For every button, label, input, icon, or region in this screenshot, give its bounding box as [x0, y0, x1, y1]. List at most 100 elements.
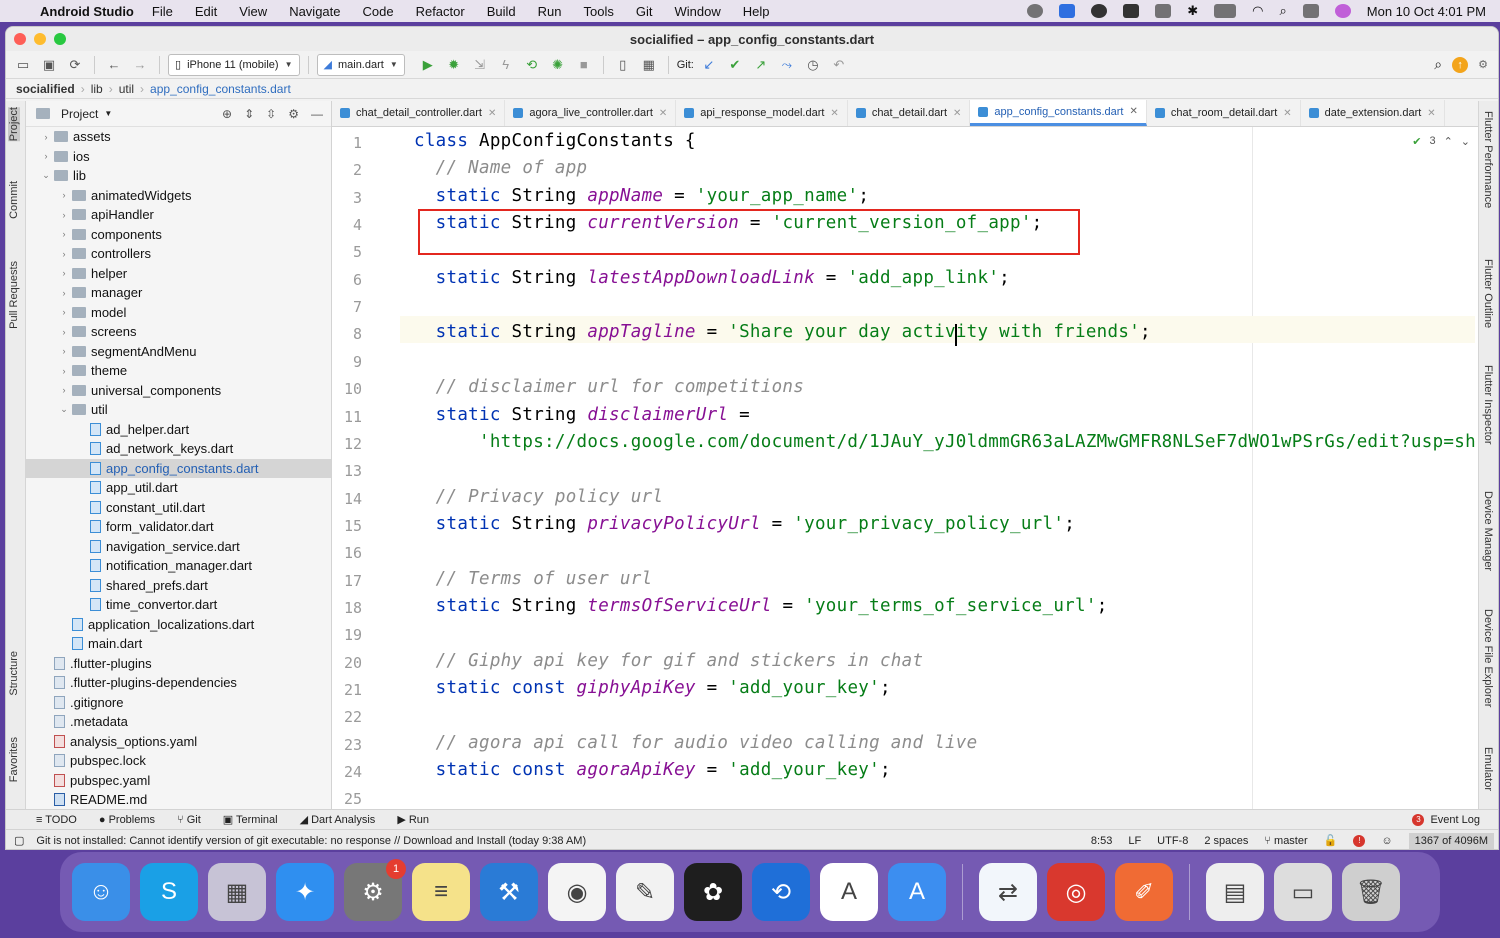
project-view-selector[interactable]: Project — [61, 107, 98, 121]
sync-icon[interactable]: ⟳ — [64, 54, 86, 76]
breadcrumb-project[interactable]: socialified — [16, 82, 75, 96]
teamviewer-icon[interactable] — [1059, 4, 1076, 18]
bluetooth-icon[interactable]: ✱ — [1187, 3, 1198, 19]
code-line[interactable]: static String disclaimerUrl = — [414, 405, 750, 425]
code-line[interactable]: // disclaimer url for competitions — [414, 377, 804, 397]
battery-icon[interactable] — [1214, 4, 1237, 18]
status-message[interactable]: Git is not installed: Cannot identify ve… — [36, 835, 586, 847]
inspector-icon[interactable]: ☺ — [1381, 835, 1392, 847]
minimize-window-button[interactable] — [34, 33, 46, 45]
app-menu[interactable]: Android Studio — [40, 4, 134, 19]
lock-icon[interactable]: 🔓 — [1324, 834, 1338, 847]
menu-build[interactable]: Build — [487, 4, 516, 19]
menu-tools[interactable]: Tools — [584, 4, 614, 19]
menu-git[interactable]: Git — [636, 4, 653, 19]
trash-app-icon[interactable]: 🗑 — [1342, 863, 1400, 921]
tree-file[interactable]: notification_manager.dart — [26, 556, 331, 576]
tree-file[interactable]: application_localizations.dart — [26, 615, 331, 635]
finder-app-icon[interactable]: ☺ — [72, 863, 130, 921]
chevron-right-icon[interactable]: › — [56, 249, 72, 259]
breadcrumb-lib[interactable]: lib — [91, 82, 103, 96]
sourcetree-app-icon[interactable]: ⟲ — [752, 863, 810, 921]
tree-folder[interactable]: › manager — [26, 283, 331, 303]
tree-file[interactable]: .flutter-plugins — [26, 654, 331, 674]
run-config-selector[interactable]: ◢ main.dart ▼ — [316, 53, 405, 76]
code-line[interactable]: static String appTagline = 'Share your d… — [414, 322, 1151, 342]
code-line[interactable]: // Terms of user url — [414, 569, 652, 589]
tree-file[interactable]: app_util.dart — [26, 478, 331, 498]
tree-folder[interactable]: › assets — [26, 127, 331, 147]
tool-tab-problems[interactable]: ● Problems — [99, 814, 155, 826]
tree-folder[interactable]: ⌄ lib — [26, 166, 331, 186]
close-tab-icon[interactable]: ✕ — [830, 108, 838, 119]
editor-tab[interactable]: app_config_constants.dart ✕ — [970, 100, 1147, 126]
code-line[interactable]: static String appName = 'your_app_name'; — [414, 186, 869, 206]
chevron-right-icon[interactable]: › — [56, 366, 72, 376]
tree-folder[interactable]: › screens — [26, 322, 331, 342]
code-line[interactable]: static const agoraApiKey = 'add_your_key… — [414, 760, 891, 780]
chevron-right-icon[interactable]: › — [56, 210, 72, 220]
screenshot-file-icon[interactable]: ▭ — [1274, 863, 1332, 921]
editor-tab[interactable]: date_extension.dart ✕ — [1301, 100, 1445, 126]
code-line[interactable]: static String latestAppDownloadLink = 'a… — [414, 268, 1010, 288]
code-line[interactable]: static String termsOfServiceUrl = 'your_… — [414, 596, 1108, 616]
sdk-manager-icon[interactable]: ▦ — [638, 54, 660, 76]
tool-tab-flutter-outline[interactable]: Flutter Outline — [1482, 259, 1494, 328]
git-push-icon[interactable]: ↗ — [750, 54, 772, 76]
chevron-right-icon[interactable]: › — [38, 132, 54, 142]
zoom-window-button[interactable] — [54, 33, 66, 45]
zip-file-icon[interactable]: ▤ — [1206, 863, 1264, 921]
menu-help[interactable]: Help — [743, 4, 770, 19]
inspection-widget[interactable]: ✔ 3 ⌃ ⌄ — [1412, 135, 1470, 148]
indent-setting[interactable]: 2 spaces — [1204, 835, 1248, 847]
breadcrumb-util[interactable]: util — [119, 82, 134, 96]
settings-icon[interactable]: ⚙ — [1478, 58, 1488, 71]
tool-tab-device-manager[interactable]: Device Manager — [1482, 491, 1494, 571]
code-line[interactable]: // Giphy api key for gif and stickers in… — [414, 651, 923, 671]
tree-file[interactable]: ad_network_keys.dart — [26, 439, 331, 459]
hide-panel-icon[interactable]: — — [311, 107, 323, 121]
tree-file[interactable]: pubspec.yaml — [26, 771, 331, 791]
chevron-down-icon[interactable]: ⌄ — [38, 170, 54, 181]
close-window-button[interactable] — [14, 33, 26, 45]
editor-tab[interactable]: chat_room_detail.dart ✕ — [1147, 100, 1301, 126]
control-center-icon[interactable] — [1302, 4, 1319, 18]
keyboard-icon[interactable] — [1155, 4, 1172, 18]
menu-refactor[interactable]: Refactor — [416, 4, 465, 19]
android-studio-app-icon[interactable]: A — [820, 863, 878, 921]
tool-tab-commit[interactable]: Commit — [8, 181, 20, 219]
chevron-right-icon[interactable]: › — [56, 385, 72, 395]
attach-debugger-icon[interactable]: ⇲ — [469, 54, 491, 76]
app-store-app-icon[interactable]: A — [888, 863, 946, 921]
tool-tab-flutter-performance[interactable]: Flutter Performance — [1482, 111, 1494, 208]
chevron-right-icon[interactable]: › — [56, 229, 72, 239]
tree-file[interactable]: main.dart — [26, 634, 331, 654]
git-update-icon[interactable]: ↙ — [698, 54, 720, 76]
code-line[interactable]: static const giphyApiKey = 'add_your_key… — [414, 678, 891, 698]
creative-cloud-icon[interactable] — [1027, 4, 1044, 18]
run-icon[interactable]: ▶ — [417, 54, 439, 76]
postman-app-icon[interactable]: ✐ — [1115, 863, 1173, 921]
line-separator[interactable]: LF — [1128, 835, 1141, 847]
tool-tab-structure[interactable]: Structure — [8, 651, 20, 696]
tree-file[interactable]: .gitignore — [26, 693, 331, 713]
tree-folder[interactable]: › theme — [26, 361, 331, 381]
collapse-all-icon[interactable]: ⇳ — [266, 107, 276, 121]
event-log-tab[interactable]: 3 Event Log — [1412, 813, 1498, 826]
close-tab-icon[interactable]: ✕ — [1129, 106, 1137, 117]
tree-file[interactable]: ad_helper.dart — [26, 420, 331, 440]
gear-icon[interactable]: ⚙ — [288, 107, 299, 121]
error-indicator-icon[interactable]: ! — [1353, 834, 1366, 847]
notes-app-icon[interactable]: ≡ — [412, 863, 470, 921]
system-preferences-app-icon[interactable]: ⚙ 1 — [344, 859, 406, 921]
tree-folder[interactable]: › components — [26, 225, 331, 245]
chevron-right-icon[interactable]: › — [56, 327, 72, 337]
git-commit-icon[interactable]: ✔ — [724, 54, 746, 76]
chevron-up-icon[interactable]: ⌃ — [1444, 135, 1453, 148]
locate-file-icon[interactable]: ⊕ — [222, 107, 232, 121]
editor-tab[interactable]: api_response_model.dart ✕ — [676, 100, 848, 126]
chevron-right-icon[interactable]: › — [38, 151, 54, 161]
figma-app-icon[interactable]: ✿ — [684, 863, 742, 921]
close-tab-icon[interactable]: ✕ — [1427, 108, 1435, 119]
tool-tab-dart-analysis[interactable]: ◢ Dart Analysis — [300, 813, 376, 826]
